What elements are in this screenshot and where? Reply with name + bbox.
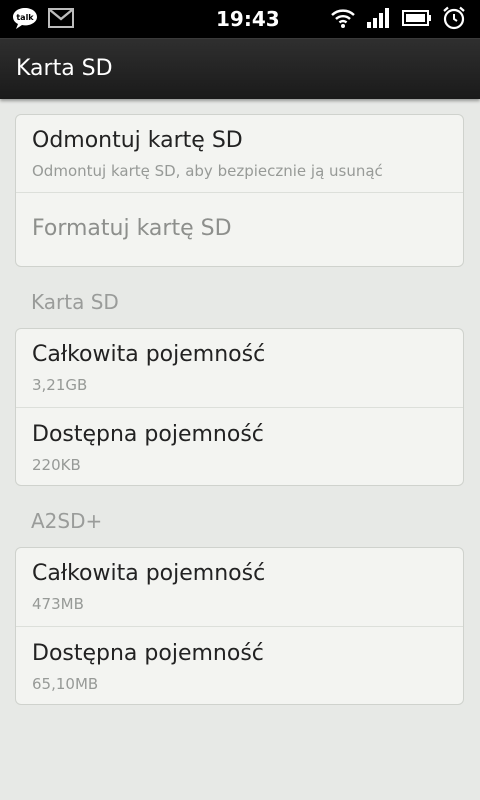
page-title: Karta SD (16, 56, 113, 81)
alarm-icon (442, 6, 466, 34)
talk-icon: talk (12, 6, 38, 34)
a2sd-available-capacity-value: 65,10MB (32, 675, 99, 693)
section-header-a2sd: A2SD+ (31, 509, 103, 533)
gmail-icon (48, 8, 74, 32)
svg-text:talk: talk (16, 13, 34, 22)
a2sd-total-capacity-item: Całkowita pojemność 473MB (16, 548, 463, 626)
sd-total-capacity-value: 3,21GB (32, 376, 88, 394)
format-sd-title: Formatuj kartę SD (32, 216, 232, 241)
sd-total-capacity-item: Całkowita pojemność 3,21GB (16, 329, 463, 407)
unmount-sd-summary: Odmontuj kartę SD, aby bezpiecznie ją us… (32, 162, 383, 180)
a2sd-available-capacity-item: Dostępna pojemność 65,10MB (16, 626, 463, 704)
sd-total-capacity-title: Całkowita pojemność (32, 342, 266, 367)
a2sd-total-capacity-value: 473MB (32, 595, 84, 613)
unmount-sd-item[interactable]: Odmontuj kartę SD Odmontuj kartę SD, aby… (16, 115, 463, 192)
format-sd-item: Formatuj kartę SD (16, 192, 463, 266)
section-header-sd: Karta SD (31, 290, 119, 314)
sd-info-card: Całkowita pojemność 3,21GB Dostępna poje… (15, 328, 464, 486)
unmount-sd-title: Odmontuj kartę SD (32, 128, 243, 153)
signal-icon (366, 7, 392, 33)
sd-available-capacity-item: Dostępna pojemność 220KB (16, 407, 463, 485)
clock: 19:43 (216, 7, 280, 31)
sd-available-capacity-value: 220KB (32, 456, 81, 474)
actions-card: Odmontuj kartę SD Odmontuj kartę SD, aby… (15, 114, 464, 267)
wifi-icon (330, 7, 356, 33)
a2sd-available-capacity-title: Dostępna pojemność (32, 641, 264, 666)
battery-icon (402, 8, 432, 32)
notification-icons: talk (12, 6, 74, 34)
status-indicators (330, 6, 466, 34)
status-bar: talk 19:43 (0, 0, 480, 38)
title-bar: Karta SD (0, 38, 480, 99)
a2sd-info-card: Całkowita pojemność 473MB Dostępna pojem… (15, 547, 464, 705)
a2sd-total-capacity-title: Całkowita pojemność (32, 561, 266, 586)
sd-available-capacity-title: Dostępna pojemność (32, 422, 264, 447)
